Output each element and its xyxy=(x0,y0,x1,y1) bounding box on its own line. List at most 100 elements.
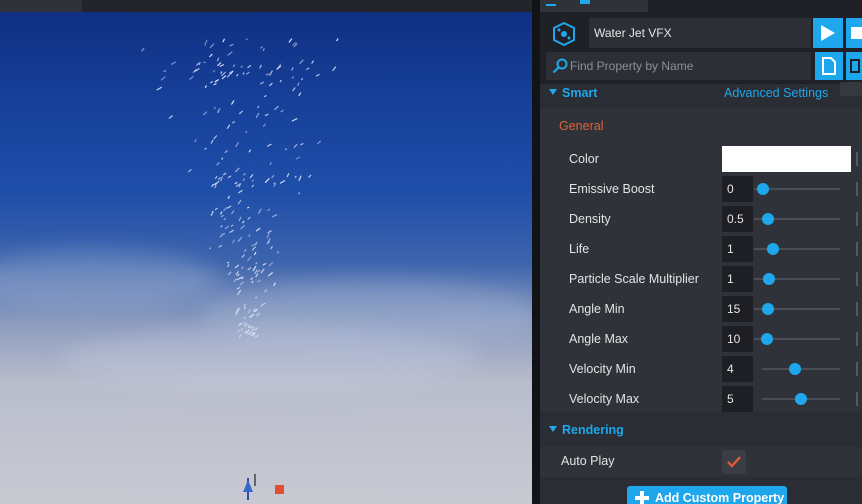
reset-handle[interactable] xyxy=(856,302,862,316)
search-icon xyxy=(552,58,568,74)
spray-droplet xyxy=(227,51,233,56)
slider-thumb[interactable] xyxy=(795,393,807,405)
spray-droplet xyxy=(237,189,243,194)
spray-droplet xyxy=(212,69,216,73)
spray-droplet xyxy=(247,64,252,69)
scene-viewport[interactable] xyxy=(0,0,532,504)
reset-handle[interactable] xyxy=(856,152,862,166)
spray-droplet xyxy=(279,179,286,184)
color-swatch[interactable] xyxy=(722,146,851,172)
documentation-button[interactable] xyxy=(815,52,843,80)
property-value-input[interactable] xyxy=(722,386,753,412)
property-value-input[interactable] xyxy=(722,176,753,202)
property-label: Emissive Boost xyxy=(569,182,655,196)
spray-droplet xyxy=(256,279,261,283)
spray-droplet xyxy=(238,110,244,115)
property-slider[interactable] xyxy=(754,298,840,320)
water-jet-emitter[interactable] xyxy=(240,470,290,504)
reset-handle[interactable] xyxy=(856,242,862,256)
slider-thumb[interactable] xyxy=(761,213,774,225)
add-custom-property-button[interactable]: Add Custom Property xyxy=(627,486,787,504)
object-name-input[interactable] xyxy=(589,18,811,48)
play-preview-button[interactable] xyxy=(813,18,843,48)
spray-droplet xyxy=(226,73,232,78)
spray-droplet xyxy=(168,115,173,120)
copy-properties-button[interactable] xyxy=(846,52,862,80)
spray-droplet xyxy=(233,278,237,282)
spray-droplet xyxy=(238,334,242,339)
slider-thumb[interactable] xyxy=(766,243,779,255)
spray-droplet xyxy=(227,195,231,200)
spray-droplet xyxy=(210,184,214,188)
stop-icon xyxy=(851,27,862,39)
property-slider[interactable] xyxy=(754,328,840,350)
property-slider[interactable] xyxy=(754,238,840,260)
plus-icon xyxy=(635,491,649,504)
rendering-section: Rendering Auto Play Add Custom Property xyxy=(540,412,862,504)
spray-droplet xyxy=(259,64,262,69)
auto-play-checkbox[interactable] xyxy=(722,450,746,474)
reset-handle[interactable] xyxy=(856,182,862,196)
property-value-input[interactable] xyxy=(722,296,753,322)
reset-handle[interactable] xyxy=(856,362,862,376)
reset-handle[interactable] xyxy=(856,332,862,346)
spray-droplet xyxy=(265,73,270,76)
property-slider[interactable] xyxy=(754,208,840,230)
pane-divider[interactable] xyxy=(532,0,540,504)
properties-tab[interactable] xyxy=(540,0,648,12)
spray-droplet xyxy=(248,233,251,238)
reset-handle[interactable] xyxy=(856,392,862,406)
spray-droplet xyxy=(213,106,217,110)
spray-droplet xyxy=(249,173,254,179)
rendering-section-header[interactable]: Rendering xyxy=(540,417,862,443)
stop-preview-button[interactable] xyxy=(846,18,862,48)
property-value-input[interactable] xyxy=(722,236,753,262)
reset-handle[interactable] xyxy=(856,212,862,226)
property-slider[interactable] xyxy=(754,178,840,200)
property-row: Emissive Boost xyxy=(540,175,862,205)
slider-thumb[interactable] xyxy=(756,183,769,195)
spray-droplet xyxy=(251,179,255,182)
spray-droplet xyxy=(247,331,253,335)
spray-droplet xyxy=(237,273,240,277)
spray-droplet xyxy=(290,67,294,71)
slider-thumb[interactable] xyxy=(762,273,775,285)
property-value-input[interactable] xyxy=(722,356,753,382)
spray-droplet xyxy=(141,47,145,52)
spray-droplet xyxy=(239,281,245,286)
reset-handle[interactable] xyxy=(856,272,862,286)
slider-thumb[interactable] xyxy=(760,333,773,345)
spray-droplet xyxy=(219,176,224,182)
smart-section-header[interactable]: Smart Advanced Settings xyxy=(540,80,862,106)
slider-thumb[interactable] xyxy=(788,363,801,375)
spray-droplet xyxy=(286,173,290,178)
property-row: Angle Min xyxy=(540,295,862,325)
spray-droplet xyxy=(260,302,266,307)
property-slider[interactable] xyxy=(762,358,840,380)
spray-droplet xyxy=(255,227,261,232)
spray-droplet xyxy=(219,211,223,215)
spray-droplet xyxy=(220,224,223,228)
spray-droplet xyxy=(227,175,232,179)
spray-droplet xyxy=(216,162,220,166)
property-value-input[interactable] xyxy=(722,326,753,352)
property-slider[interactable] xyxy=(754,268,840,290)
spray-droplet xyxy=(268,82,273,87)
search-input[interactable] xyxy=(570,52,810,80)
spray-droplet xyxy=(253,328,257,331)
smart-section-title: Smart xyxy=(562,86,598,100)
property-value-input[interactable] xyxy=(722,206,753,232)
play-icon xyxy=(821,25,835,41)
spray-droplet xyxy=(237,236,243,242)
spray-droplet xyxy=(259,46,264,49)
advanced-settings-link[interactable]: Advanced Settings xyxy=(724,86,828,100)
property-value-input[interactable] xyxy=(722,266,753,292)
spray-droplet xyxy=(220,71,223,74)
spray-droplet xyxy=(251,184,255,188)
spray-droplet xyxy=(247,267,252,271)
advanced-settings-toggle[interactable] xyxy=(840,82,862,96)
spray-droplet xyxy=(294,175,297,179)
property-slider[interactable] xyxy=(762,388,840,410)
spray-droplet xyxy=(305,67,310,71)
slider-thumb[interactable] xyxy=(761,303,774,315)
